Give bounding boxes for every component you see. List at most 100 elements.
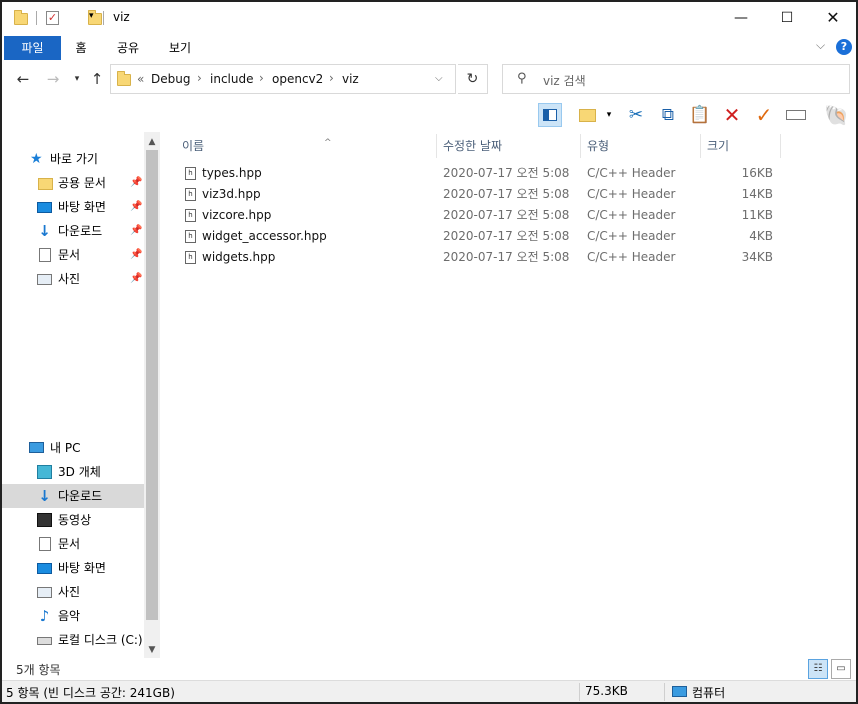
file-type: C/C++ Header [587, 166, 676, 180]
file-row[interactable]: h vizcore.hpp 2020-07-17 오전 5:08 C/C++ H… [182, 205, 782, 226]
pin-icon[interactable]: 📌 [130, 195, 142, 219]
back-arrow-icon[interactable]: ← [14, 69, 32, 89]
nav-item-videos[interactable]: 동영상 [2, 508, 144, 532]
search-icon: ⚲ [517, 71, 527, 86]
file-name: widgets.hpp [202, 250, 276, 264]
column-divider[interactable] [700, 134, 701, 158]
chevron-right-icon[interactable]: › [259, 71, 264, 85]
copy-icon[interactable]: ⧉ [656, 103, 680, 127]
nav-item-local-disk[interactable]: 로컬 디스크 (C:) [2, 628, 144, 652]
column-divider[interactable] [780, 134, 781, 158]
properties-icon[interactable]: ✓ [46, 11, 59, 25]
minimize-button[interactable]: — [718, 2, 764, 34]
nav-item-pictures[interactable]: 사진 📌 [2, 267, 144, 291]
nav-item-label: 음악 [58, 609, 81, 623]
large-icons-view-icon[interactable]: ▭ [831, 659, 851, 679]
download-icon: ↓ [38, 222, 51, 240]
file-row[interactable]: h widgets.hpp 2020-07-17 오전 5:08 C/C++ H… [182, 247, 782, 268]
file-row[interactable]: h widget_accessor.hpp 2020-07-17 오전 5:08… [182, 226, 782, 247]
rename-icon[interactable] [784, 103, 808, 127]
details-view-icon[interactable]: ☷ [808, 659, 828, 679]
scrollbar-thumb[interactable] [146, 150, 158, 620]
scroll-down-arrow-icon[interactable]: ▼ [144, 642, 160, 658]
column-header-modified[interactable]: 수정한 날짜 [443, 136, 502, 160]
up-arrow-icon[interactable]: ↑ [88, 69, 106, 89]
tab-home[interactable]: 홈 [66, 36, 96, 60]
nav-item-label: 문서 [58, 537, 81, 551]
file-name: types.hpp [202, 166, 262, 180]
file-type: C/C++ Header [587, 229, 676, 243]
nav-item-public-documents[interactable]: 공용 문서 📌 [2, 171, 144, 195]
column-divider[interactable] [436, 134, 437, 158]
navigation-pane: ★ 바로 가기 공용 문서 📌 바탕 화면 📌 ↓ 다운로드 📌 문서 📌 사진… [2, 132, 160, 660]
breadcrumb-overflow[interactable]: « [137, 72, 144, 86]
file-row[interactable]: h types.hpp 2020-07-17 오전 5:08 C/C++ Hea… [182, 163, 782, 184]
delete-icon[interactable]: ✕ [720, 103, 744, 127]
title-bar: ✓ ▾ viz — ☐ ✕ [2, 2, 856, 34]
chevron-down-icon[interactable]: ⌵ [816, 38, 825, 53]
refresh-icon[interactable]: ↻ [458, 64, 488, 94]
file-size: 16KB [741, 166, 773, 180]
breadcrumb-include[interactable]: include [210, 72, 253, 86]
computer-icon [29, 442, 44, 453]
breadcrumb-viz[interactable]: viz [342, 72, 359, 86]
nav-item-music[interactable]: ♪ 음악 [2, 604, 144, 628]
address-bar[interactable]: « Debug › include › opencv2 › viz ⌵ [110, 64, 456, 94]
explorer-window: ✓ ▾ viz — ☐ ✕ 파일 홈 공유 보기 ⌵ ? ← → ▾ ↑ « D… [0, 0, 858, 704]
pin-icon[interactable]: 📌 [130, 219, 142, 243]
nav-item-desktop-pc[interactable]: 바탕 화면 [2, 556, 144, 580]
open-folder-icon[interactable] [576, 103, 600, 127]
cut-icon[interactable]: ✂ [624, 103, 648, 127]
nav-item-pictures-pc[interactable]: 사진 [2, 580, 144, 604]
file-size: 14KB [741, 187, 773, 201]
customize-quick-access-icon[interactable]: ▾ [89, 11, 94, 21]
nav-item-3d-objects[interactable]: 3D 개체 [2, 460, 144, 484]
close-button[interactable]: ✕ [810, 2, 856, 34]
forward-arrow-icon[interactable]: → [44, 69, 62, 89]
help-icon[interactable]: ? [836, 39, 852, 55]
nav-item-this-pc[interactable]: 내 PC [2, 436, 144, 460]
preview-pane-icon[interactable] [538, 103, 562, 127]
nav-item-documents[interactable]: 문서 📌 [2, 243, 144, 267]
nav-item-downloads[interactable]: ↓ 다운로드 📌 [2, 219, 144, 243]
chevron-down-icon[interactable]: ▾ [602, 103, 616, 127]
video-icon [37, 513, 52, 527]
nav-item-documents-pc[interactable]: 문서 [2, 532, 144, 556]
divider [103, 11, 104, 25]
chevron-down-icon[interactable]: ⌵ [435, 73, 443, 84]
scroll-up-arrow-icon[interactable]: ▲ [144, 134, 160, 150]
recent-locations-icon[interactable]: ▾ [68, 69, 86, 89]
file-modified: 2020-07-17 오전 5:08 [443, 229, 570, 243]
shell-icon[interactable]: 🐚 [824, 103, 849, 127]
maximize-button[interactable]: ☐ [764, 2, 810, 34]
file-modified: 2020-07-17 오전 5:08 [443, 187, 570, 201]
chevron-right-icon[interactable]: › [197, 71, 202, 85]
document-icon [39, 248, 51, 262]
breadcrumb-opencv2[interactable]: opencv2 [272, 72, 323, 86]
column-header-size[interactable]: 크기 [707, 136, 729, 160]
chevron-right-icon[interactable]: › [329, 71, 334, 85]
search-box[interactable]: ⚲ viz 검색 [502, 64, 850, 94]
checkmark-icon[interactable]: ✓ [752, 103, 776, 127]
breadcrumb-debug[interactable]: Debug [151, 72, 190, 86]
file-list: 이름 ^ 수정한 날짜 유형 크기 h types.hpp 2020-07-17… [160, 132, 856, 660]
column-header-type[interactable]: 유형 [587, 136, 609, 160]
pin-icon[interactable]: 📌 [130, 267, 142, 291]
nav-item-downloads-pc[interactable]: ↓ 다운로드 [2, 484, 144, 508]
nav-scrollbar[interactable]: ▲ ▼ [144, 132, 160, 660]
pin-icon[interactable]: 📌 [130, 243, 142, 267]
paste-icon[interactable]: 📋 [688, 103, 712, 127]
nav-item-label: 사진 [58, 272, 81, 286]
column-divider[interactable] [580, 134, 581, 158]
quick-access[interactable]: ★ 바로 가기 [2, 147, 144, 171]
nav-item-desktop[interactable]: 바탕 화면 📌 [2, 195, 144, 219]
tab-view[interactable]: 보기 [160, 36, 200, 60]
document-icon [39, 537, 51, 551]
tab-share[interactable]: 공유 [108, 36, 148, 60]
nav-item-label: 바탕 화면 [58, 561, 106, 575]
pin-icon[interactable]: 📌 [130, 171, 142, 195]
file-row[interactable]: h viz3d.hpp 2020-07-17 오전 5:08 C/C++ Hea… [182, 184, 782, 205]
search-input[interactable]: viz 검색 [543, 72, 586, 89]
column-header-name[interactable]: 이름 ^ [182, 136, 332, 160]
tab-file[interactable]: 파일 [4, 36, 61, 60]
